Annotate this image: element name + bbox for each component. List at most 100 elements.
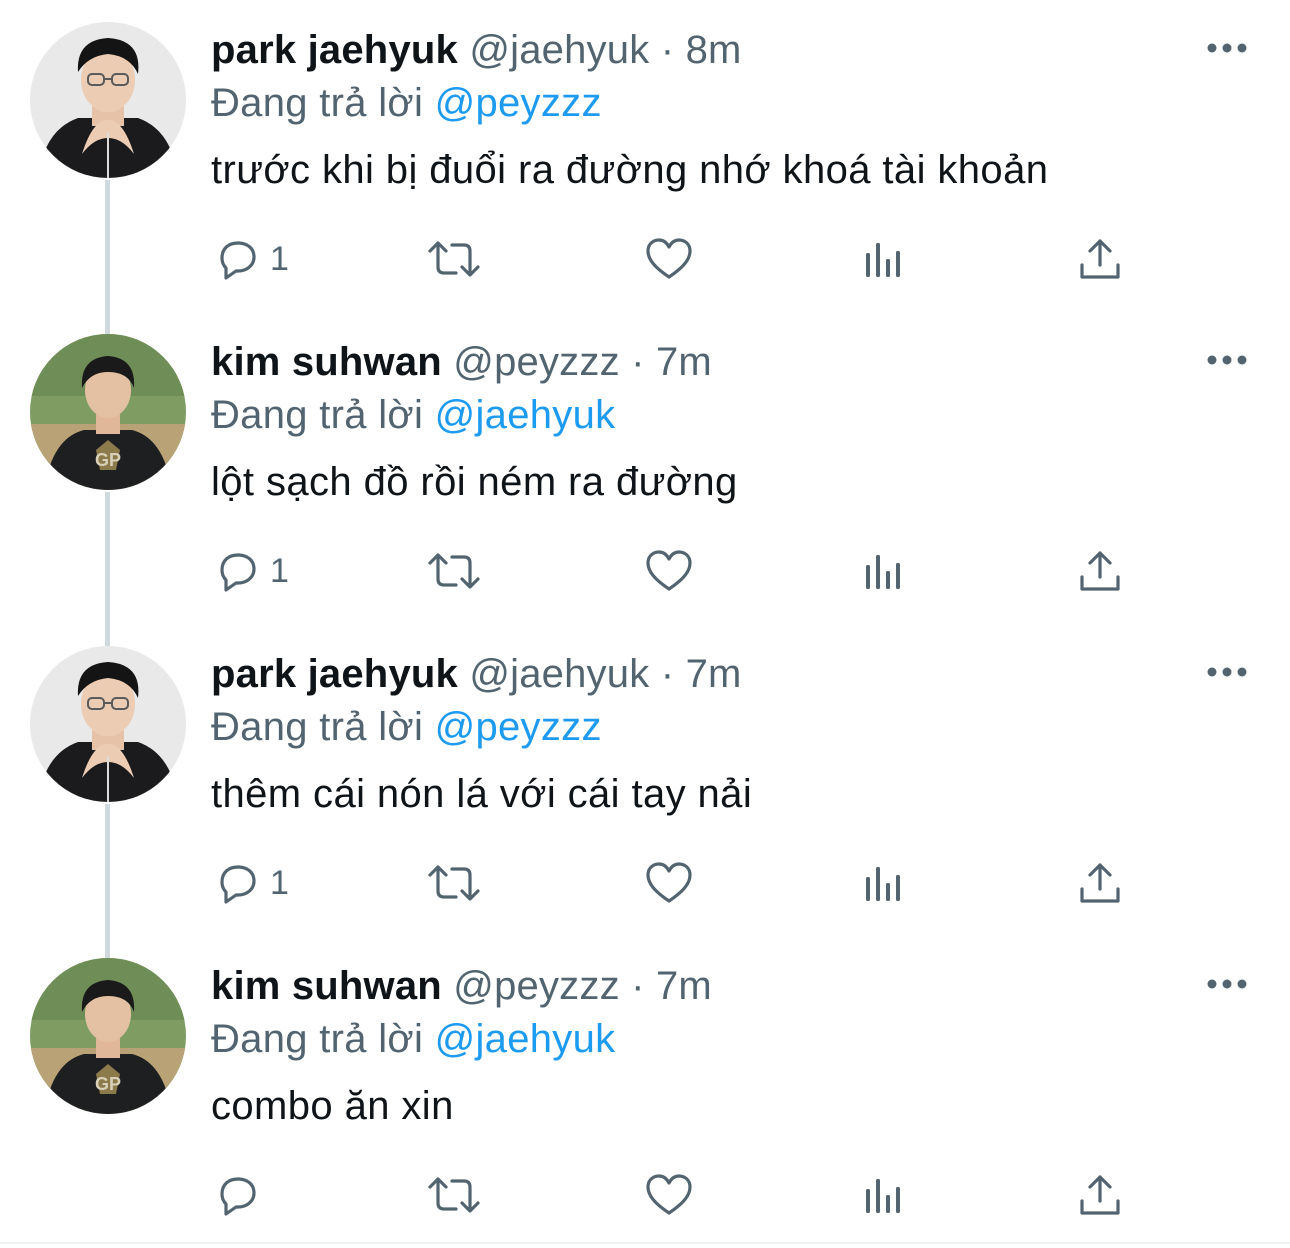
- tweet-actions: 1: [0, 546, 1290, 596]
- separator-dot: ·: [660, 28, 675, 72]
- views-button[interactable]: [862, 234, 908, 284]
- reply-button[interactable]: 1: [214, 546, 289, 596]
- like-button[interactable]: [644, 234, 694, 284]
- retweet-button[interactable]: [426, 234, 482, 284]
- share-button[interactable]: [1078, 1170, 1122, 1220]
- svg-text:GP: GP: [95, 1074, 121, 1094]
- timestamp[interactable]: 7m: [686, 652, 742, 696]
- tweet-header: park jaehyuk @jaehyuk · 8m: [211, 26, 742, 74]
- reply-button[interactable]: 1: [214, 234, 289, 284]
- tweet-header: park jaehyuk @jaehyuk · 7m: [211, 650, 742, 698]
- tweet-actions: 1: [0, 858, 1290, 908]
- tweet[interactable]: park jaehyuk @jaehyuk · 7m Đang trả lời …: [0, 624, 1290, 960]
- replying-to-label: Đang trả lời: [211, 1017, 424, 1061]
- replying-to-label: Đang trả lời: [211, 393, 424, 437]
- share-icon: [1080, 1175, 1120, 1215]
- reply-count: 1: [270, 864, 289, 902]
- more-icon: [1207, 667, 1247, 677]
- replying-to: Đang trả lời @peyzzz: [211, 703, 602, 751]
- user-handle[interactable]: @jaehyuk: [469, 28, 649, 72]
- reply-icon: [220, 553, 256, 592]
- tweet[interactable]: park jaehyuk @jaehyuk · 8m Đang trả lời …: [0, 0, 1290, 336]
- share-icon: [1080, 239, 1120, 279]
- tweet-header: kim suhwan @peyzzz · 7m: [211, 338, 712, 386]
- retweet-icon: [428, 553, 480, 589]
- svg-text:GP: GP: [95, 450, 121, 470]
- reply-button[interactable]: 1: [214, 858, 289, 908]
- tweet-text: thêm cái nón lá với cái tay nải: [211, 772, 753, 816]
- timestamp[interactable]: 7m: [656, 964, 712, 1008]
- mention-link[interactable]: @peyzzz: [435, 705, 602, 749]
- views-button[interactable]: [862, 546, 908, 596]
- park-jaehyuk-avatar: [30, 22, 186, 178]
- reply-button[interactable]: [214, 1170, 270, 1220]
- display-name[interactable]: park jaehyuk: [211, 652, 458, 696]
- like-button[interactable]: [644, 546, 694, 596]
- tweet[interactable]: GP kim suhwan @peyzzz · 7m Đang trả lời …: [0, 936, 1290, 1248]
- share-icon: [1080, 863, 1120, 903]
- replying-to: Đang trả lời @jaehyuk: [211, 391, 615, 439]
- tweet-text: combo ăn xin: [211, 1084, 454, 1128]
- avatar[interactable]: GP: [30, 334, 186, 490]
- separator-dot: ·: [660, 652, 675, 696]
- replying-to-label: Đang trả lời: [211, 705, 424, 749]
- like-icon: [646, 862, 692, 903]
- avatar[interactable]: [30, 646, 186, 802]
- like-button[interactable]: [644, 1170, 694, 1220]
- kim-suhwan-avatar: GP: [30, 334, 186, 490]
- views-icon: [866, 555, 900, 589]
- more-icon: [1207, 979, 1247, 989]
- share-button[interactable]: [1078, 546, 1122, 596]
- views-icon: [866, 1179, 900, 1213]
- retweet-button[interactable]: [426, 546, 482, 596]
- mention-link[interactable]: @jaehyuk: [435, 393, 616, 437]
- tweet-text: lột sạch đồ rồi ném ra đường: [211, 460, 738, 504]
- avatar[interactable]: [30, 22, 186, 178]
- park-jaehyuk-avatar: [30, 646, 186, 802]
- replying-to-label: Đang trả lời: [211, 81, 424, 125]
- user-handle[interactable]: @jaehyuk: [469, 652, 649, 696]
- share-button[interactable]: [1078, 858, 1122, 908]
- more-button[interactable]: [1204, 660, 1250, 684]
- reply-icon: [220, 865, 256, 904]
- more-icon: [1207, 43, 1247, 53]
- mention-link[interactable]: @jaehyuk: [435, 1017, 616, 1061]
- retweet-button[interactable]: [426, 1170, 482, 1220]
- retweet-icon: [428, 865, 480, 901]
- share-icon: [1080, 551, 1120, 591]
- like-icon: [646, 1174, 692, 1215]
- display-name[interactable]: kim suhwan: [211, 340, 442, 384]
- replying-to: Đang trả lời @peyzzz: [211, 79, 602, 127]
- timestamp[interactable]: 7m: [656, 340, 712, 384]
- tweet-actions: 1: [0, 234, 1290, 284]
- more-button[interactable]: [1204, 36, 1250, 60]
- display-name[interactable]: park jaehyuk: [211, 28, 458, 72]
- more-button[interactable]: [1204, 348, 1250, 372]
- user-handle[interactable]: @peyzzz: [453, 340, 620, 384]
- views-icon: [866, 243, 900, 277]
- tweet[interactable]: GP kim suhwan @peyzzz · 7m Đang trả lời …: [0, 312, 1290, 648]
- like-icon: [646, 238, 692, 279]
- more-button[interactable]: [1204, 972, 1250, 996]
- tweet-thread: park jaehyuk @jaehyuk · 8m Đang trả lời …: [0, 0, 1290, 1244]
- views-button[interactable]: [862, 858, 908, 908]
- views-button[interactable]: [862, 1170, 908, 1220]
- avatar[interactable]: GP: [30, 958, 186, 1114]
- share-button[interactable]: [1078, 234, 1122, 284]
- display-name[interactable]: kim suhwan: [211, 964, 442, 1008]
- views-icon: [866, 867, 900, 901]
- reply-icon: [220, 241, 256, 280]
- like-icon: [646, 550, 692, 591]
- user-handle[interactable]: @peyzzz: [453, 964, 620, 1008]
- more-icon: [1207, 355, 1247, 365]
- retweet-button[interactable]: [426, 858, 482, 908]
- separator-dot: ·: [631, 964, 645, 1008]
- like-button[interactable]: [644, 858, 694, 908]
- retweet-icon: [428, 1177, 480, 1213]
- reply-count: 1: [270, 240, 289, 278]
- timestamp[interactable]: 8m: [686, 28, 742, 72]
- tweet-header: kim suhwan @peyzzz · 7m: [211, 962, 712, 1010]
- tweet-text: trước khi bị đuổi ra đường nhớ khoá tài …: [211, 148, 1049, 192]
- mention-link[interactable]: @peyzzz: [435, 81, 602, 125]
- tweet-actions: [0, 1170, 1290, 1220]
